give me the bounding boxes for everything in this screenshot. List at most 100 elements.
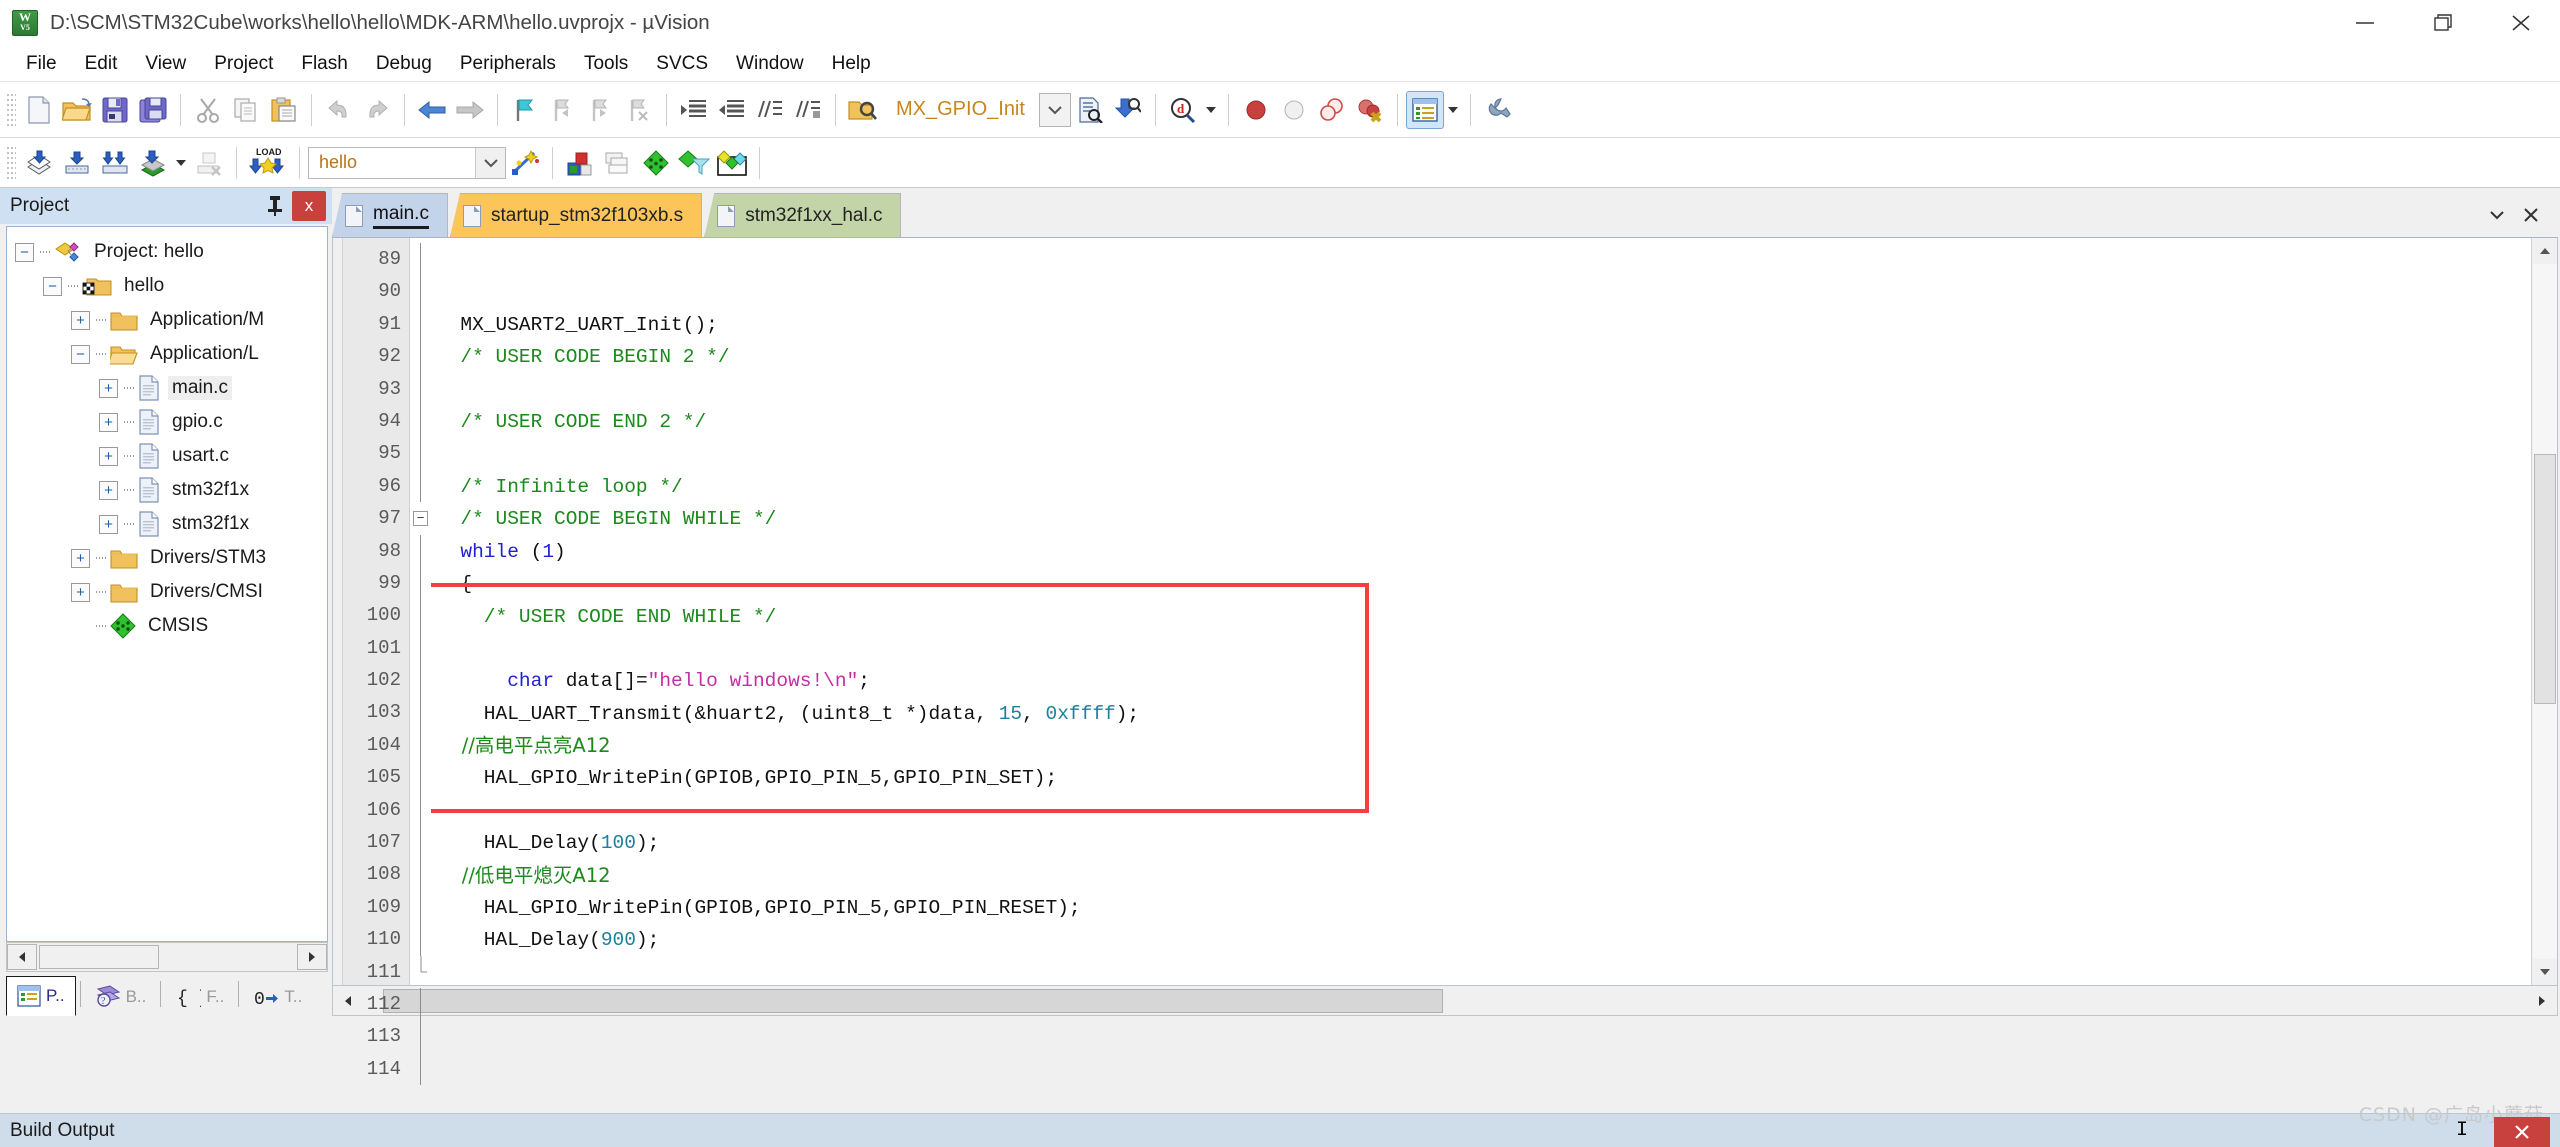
toolbar-grip[interactable] [6, 145, 16, 180]
toggle-bookmark-button[interactable] [506, 91, 544, 129]
collapse-icon[interactable]: − [413, 510, 428, 526]
tab-stm32f1xx-hal-c[interactable]: stm32f1xx_hal.c [704, 193, 902, 237]
tree-item[interactable]: CMSIS [7, 609, 327, 643]
expand-icon[interactable]: + [71, 310, 90, 330]
hscroll-thumb[interactable] [39, 945, 159, 969]
menu-item-view[interactable]: View [131, 49, 200, 79]
save-button[interactable] [96, 91, 134, 129]
vscroll-thumb[interactable] [2533, 454, 2556, 704]
collapse-icon[interactable]: − [71, 344, 90, 364]
expand-icon[interactable]: + [99, 480, 118, 500]
auto-hide-pin-icon[interactable] [258, 190, 292, 222]
insert-breakpoint-button[interactable] [1237, 91, 1275, 129]
restore-button[interactable] [2404, 0, 2482, 46]
tree-item[interactable]: − Application/L [7, 337, 327, 371]
tree-item[interactable]: − hello [7, 269, 327, 303]
disable-breakpoint-button[interactable] [1275, 91, 1313, 129]
collapse-icon[interactable]: − [15, 242, 34, 262]
outdent-button[interactable] [713, 91, 751, 129]
menu-item-debug[interactable]: Debug [362, 49, 446, 79]
pack-installer-button[interactable] [637, 144, 675, 182]
undo-button[interactable] [320, 91, 358, 129]
open-file-button[interactable] [58, 91, 96, 129]
scroll-right-icon[interactable] [297, 944, 327, 970]
editor-vscrollbar[interactable] [2531, 238, 2557, 985]
vscroll-track[interactable] [2532, 264, 2557, 959]
scroll-down-icon[interactable] [2532, 959, 2557, 985]
hscroll-thumb[interactable] [383, 988, 1443, 1013]
configure-windows-caret[interactable] [1444, 91, 1462, 129]
tree-item[interactable]: + Drivers/CMSI [7, 575, 327, 609]
configuration-wizard-button[interactable] [1479, 91, 1517, 129]
menu-item-tools[interactable]: Tools [570, 49, 642, 79]
panel-tab-books[interactable]: ? B.. [85, 976, 157, 1016]
download-button[interactable]: LOAD [245, 144, 291, 182]
code-folding-column[interactable]: − [409, 238, 431, 1086]
save-all-button[interactable] [134, 91, 172, 129]
panel-tab-functions-braces[interactable]: { } F.. [165, 976, 234, 1016]
batch-build-button[interactable] [134, 144, 172, 182]
menu-item-edit[interactable]: Edit [71, 49, 132, 79]
code-text-area[interactable]: MX_USART2_UART_Init(); /* USER CODE BEGI… [431, 238, 2531, 985]
tree-item[interactable]: + Drivers/STM3 [7, 541, 327, 575]
stop-build-button[interactable] [190, 144, 228, 182]
previous-bookmark-button[interactable] [544, 91, 582, 129]
rebuild-all-button[interactable] [96, 144, 134, 182]
next-bookmark-button[interactable] [582, 91, 620, 129]
tab-main-c[interactable]: main.c [332, 193, 448, 237]
expand-icon[interactable]: + [99, 514, 118, 534]
menu-item-file[interactable]: File [12, 49, 71, 79]
disable-all-breakpoints-button[interactable] [1313, 91, 1351, 129]
target-select[interactable]: hello [308, 146, 506, 179]
go-to-definition-button[interactable] [844, 91, 882, 129]
uncomment-button[interactable] [789, 91, 827, 129]
toolbar-grip[interactable] [6, 92, 16, 127]
find-in-files-button[interactable] [1109, 91, 1147, 129]
manage-project-items-button[interactable] [561, 144, 599, 182]
scroll-up-icon[interactable] [2532, 238, 2557, 264]
scroll-right-icon[interactable] [2527, 987, 2557, 1014]
new-file-button[interactable] [20, 91, 58, 129]
project-tree-hscrollbar[interactable] [6, 942, 328, 972]
cut-button[interactable] [189, 91, 227, 129]
menu-item-help[interactable]: Help [818, 49, 885, 79]
expand-icon[interactable]: + [99, 378, 118, 398]
tab-startup-s[interactable]: startup_stm32f103xb.s [449, 193, 703, 237]
tree-item[interactable]: + main.c [7, 371, 327, 405]
paste-button[interactable] [265, 91, 303, 129]
expand-icon[interactable]: + [71, 582, 90, 602]
manage-run-time-button[interactable] [675, 144, 713, 182]
expand-icon[interactable]: + [99, 446, 118, 466]
comment-button[interactable] [751, 91, 789, 129]
close-tab-button[interactable] [2514, 198, 2548, 232]
batch-build-caret[interactable] [172, 144, 190, 182]
menu-item-project[interactable]: Project [200, 49, 287, 79]
close-button[interactable] [2482, 0, 2560, 46]
navigate-backward-button[interactable] [413, 91, 451, 129]
bookmark-list-button[interactable] [1071, 91, 1109, 129]
redo-button[interactable] [358, 91, 396, 129]
tab-list-dropdown[interactable] [2480, 198, 2514, 232]
scroll-left-icon[interactable] [7, 944, 37, 970]
menu-item-window[interactable]: Window [722, 49, 818, 79]
project-panel-close-button[interactable]: x [292, 191, 326, 221]
configure-windows-button[interactable] [1405, 90, 1444, 129]
fold-toggle[interactable]: − [410, 502, 431, 534]
build-target-button[interactable] [58, 144, 96, 182]
minimize-button[interactable] [2326, 0, 2404, 46]
kill-all-breakpoints-button[interactable] [1351, 91, 1389, 129]
panel-tab-templates[interactable]: 0 T.. [243, 976, 312, 1016]
chevron-down-icon[interactable] [475, 147, 505, 178]
target-options-button[interactable] [506, 144, 544, 182]
expand-icon[interactable]: + [99, 412, 118, 432]
translate-file-button[interactable] [20, 144, 58, 182]
tree-item[interactable]: + Application/M [7, 303, 327, 337]
indent-button[interactable] [675, 91, 713, 129]
editor-hscrollbar[interactable] [332, 986, 2558, 1016]
copy-button[interactable] [227, 91, 265, 129]
clear-bookmarks-button[interactable] [620, 91, 658, 129]
tree-item[interactable]: − Project: hello [7, 235, 327, 269]
find-button[interactable]: d [1164, 91, 1202, 129]
software-packs-button[interactable] [713, 144, 751, 182]
panel-tab-project-window[interactable]: P.. [6, 976, 76, 1016]
